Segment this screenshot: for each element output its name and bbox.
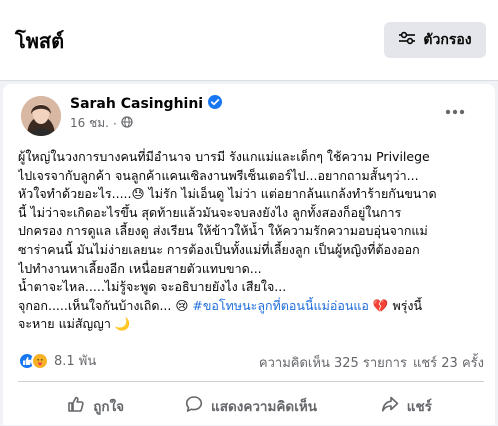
page-header: โพสต์ ตัวกรอง bbox=[0, 0, 498, 81]
more-options-button[interactable] bbox=[440, 94, 470, 124]
hashtag-link[interactable]: #ขอโทษนะลูกที่ตอนนี้แม่อ่อนแอ bbox=[192, 298, 369, 313]
filter-label: ตัวกรอง bbox=[423, 32, 472, 48]
comment-bubble-icon bbox=[185, 395, 203, 417]
engagement-counts: ความคิดเห็น 325 รายการ แชร์ 23 ครั้ง bbox=[259, 352, 484, 373]
post-body: ผู้ใหญ่ในวงการบางคนที่มีอำนาจ บารมี รังแ… bbox=[18, 148, 486, 334]
sliders-icon bbox=[398, 31, 416, 49]
like-label: ถูกใจ bbox=[93, 399, 125, 415]
post-meta: 16 ชม. · bbox=[70, 114, 133, 133]
post-text-line: ไปทำงานหาเลี้ยงอีก เหนื่อยสายตัวแทบขาด..… bbox=[18, 260, 262, 276]
share-button[interactable]: แชร์ bbox=[329, 386, 484, 426]
share-count[interactable]: แชร์ 23 ครั้ง bbox=[413, 352, 484, 373]
post-text-line: นี้ ไม่ว่าจะเกิดอะไรขึ้น สุดท้ายแล้วมันจ… bbox=[18, 204, 402, 220]
comment-count[interactable]: ความคิดเห็น 325 รายการ bbox=[259, 352, 407, 373]
comment-label: แสดงความคิดเห็น bbox=[211, 399, 317, 415]
meta-separator: · bbox=[112, 116, 117, 131]
thumbs-up-icon bbox=[67, 395, 85, 417]
post-text-line: น้ำตาจะไหล.....ไม่รู้จะพูด จะอธิบายยังไง… bbox=[18, 279, 287, 295]
avatar[interactable] bbox=[21, 96, 61, 136]
care-reaction-icon bbox=[31, 351, 49, 370]
reactions-summary[interactable]: 8.1 พัน bbox=[18, 350, 96, 371]
post-stats: 8.1 พัน ความคิดเห็น 325 รายการ แชร์ 23 ค… bbox=[18, 348, 484, 372]
post-text-line: ปกครอง การดูแล เลี้ยงดู ส่งเรียน ให้ข้าว… bbox=[18, 223, 428, 239]
share-label: แชร์ bbox=[406, 399, 432, 415]
post-text-segment: 💔 พรุ่งนี้ bbox=[368, 297, 423, 313]
post-text-line: ซาร่าคนนี้ มันไม่ง่ายเลยนะ การต้องเป็นทั… bbox=[18, 241, 420, 257]
more-horizontal-icon bbox=[445, 100, 465, 119]
divider bbox=[18, 381, 484, 382]
author-name[interactable]: Sarah Casinghini bbox=[70, 96, 203, 112]
like-button[interactable]: ถูกใจ bbox=[18, 386, 173, 426]
comment-button[interactable]: แสดงความคิดเห็น bbox=[173, 386, 328, 426]
author-row: Sarah Casinghini bbox=[70, 94, 223, 113]
verified-badge-icon bbox=[208, 94, 223, 113]
post-actions: ถูกใจ แสดงความคิดเห็น แชร์ bbox=[18, 386, 484, 426]
post-text-line-hashtag: จุกอก.....เห็นใจกันบ้างเถิด... 😢 #ขอโทษน… bbox=[18, 297, 486, 316]
post-text-segment: จุกอก.....เห็นใจกันบ้างเถิด... 😢 bbox=[18, 297, 193, 313]
page-title: โพสต์ bbox=[15, 29, 65, 53]
post-timestamp[interactable]: 16 ชม. bbox=[70, 114, 109, 133]
globe-icon[interactable] bbox=[121, 116, 133, 131]
post-card: Sarah Casinghini 16 ชม. · ผู้ใหญ่ในวงการ… bbox=[3, 84, 495, 425]
post-text-line: หัวใจทำด้วยอะไร.....😓 ไม่รัก ไม่เอ็นดู ไ… bbox=[18, 186, 437, 202]
post-text-line: จะหาย แม่สัญญา 🌙 bbox=[18, 316, 131, 332]
share-arrow-icon bbox=[381, 395, 399, 417]
post-text-line: ผู้ใหญ่ในวงการบางคนที่มีอำนาจ บารมี รังแ… bbox=[18, 149, 430, 164]
post-text-line: ไปเจรจากับลูกค้า จนลูกค้าแคนเซิลงานพรีเซ… bbox=[18, 167, 419, 183]
reaction-count: 8.1 พัน bbox=[54, 354, 97, 369]
filter-button[interactable]: ตัวกรอง bbox=[384, 22, 486, 58]
